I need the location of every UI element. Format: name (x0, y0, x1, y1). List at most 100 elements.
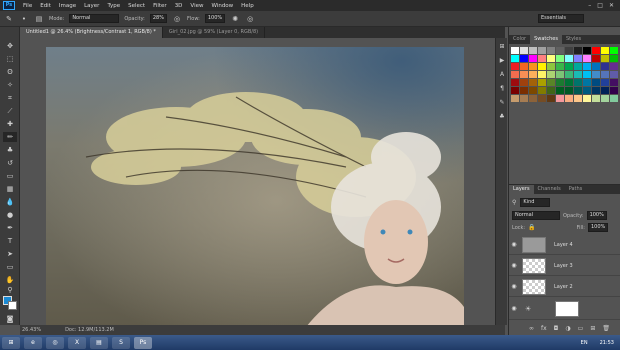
color-swatch[interactable] (547, 79, 555, 86)
eraser-tool-icon[interactable]: ▭ (3, 171, 17, 181)
color-swatch[interactable] (601, 63, 609, 70)
color-swatch[interactable] (520, 47, 528, 54)
color-swatch[interactable] (556, 95, 564, 102)
menu-file[interactable]: File (19, 3, 36, 9)
color-swatch[interactable] (601, 95, 609, 102)
marquee-tool-icon[interactable]: ⬚ (3, 54, 17, 64)
paragraph-panel-icon[interactable]: ¶ (497, 84, 507, 94)
color-swatch[interactable] (592, 71, 600, 78)
color-swatch[interactable] (592, 47, 600, 54)
character-panel-icon[interactable]: A (497, 70, 507, 80)
color-swatch[interactable] (583, 79, 591, 86)
color-swatch[interactable] (556, 63, 564, 70)
history-brush-tool-icon[interactable]: ↺ (3, 158, 17, 168)
tab-paths[interactable]: Paths (565, 185, 587, 194)
dodge-tool-icon[interactable]: ● (3, 210, 17, 220)
color-swatch[interactable] (601, 47, 609, 54)
clone-source-panel-icon[interactable]: ♣ (497, 112, 507, 122)
color-swatch[interactable] (592, 63, 600, 70)
color-swatch[interactable] (565, 47, 573, 54)
add-mask-icon[interactable]: ◘ (554, 325, 559, 332)
menu-type[interactable]: Type (103, 3, 124, 9)
hand-tool-icon[interactable]: ✋ (3, 275, 17, 285)
color-swatch[interactable] (520, 63, 528, 70)
lasso-tool-icon[interactable]: ʘ (3, 67, 17, 77)
color-swatch[interactable] (592, 79, 600, 86)
color-swatch[interactable] (538, 71, 546, 78)
new-layer-icon[interactable]: ⊞ (590, 325, 595, 332)
color-swatch[interactable] (547, 63, 555, 70)
color-swatch[interactable] (610, 47, 618, 54)
color-swatch[interactable] (574, 47, 582, 54)
color-swatch[interactable] (610, 79, 618, 86)
color-swatch[interactable] (520, 79, 528, 86)
clone-stamp-tool-icon[interactable]: ♣ (3, 145, 17, 155)
color-swatch[interactable] (511, 47, 519, 54)
color-swatch[interactable] (610, 55, 618, 62)
color-swatch[interactable] (592, 95, 600, 102)
blend-mode-select[interactable]: Normal (512, 211, 560, 220)
color-swatch[interactable] (529, 63, 537, 70)
color-swatch[interactable] (547, 47, 555, 54)
color-swatch[interactable] (574, 71, 582, 78)
airbrush-icon[interactable]: ✺ (230, 14, 240, 24)
color-swatch[interactable] (610, 95, 618, 102)
color-swatch[interactable] (583, 63, 591, 70)
color-swatch[interactable] (538, 95, 546, 102)
color-swatch[interactable] (565, 79, 573, 86)
move-tool-icon[interactable]: ✥ (3, 41, 17, 51)
eye-icon[interactable]: ◉ (509, 241, 519, 248)
path-select-tool-icon[interactable]: ➤ (3, 249, 17, 259)
eye-icon[interactable]: ◉ (509, 262, 519, 269)
color-swatch[interactable] (538, 87, 546, 94)
brush-panel-icon[interactable]: ▤ (34, 14, 44, 24)
menu-layer[interactable]: Layer (80, 3, 103, 9)
color-swatch[interactable] (529, 71, 537, 78)
layer-opacity-field[interactable]: 100% (586, 211, 607, 220)
color-swatch[interactable] (511, 95, 519, 102)
color-swatch[interactable] (574, 87, 582, 94)
color-swatch[interactable] (520, 87, 528, 94)
document-canvas[interactable] (46, 47, 464, 327)
color-swatch[interactable] (565, 71, 573, 78)
tab-layers[interactable]: Layers (509, 185, 534, 194)
kind-filter-select[interactable]: Kind (520, 198, 551, 207)
pen-tool-icon[interactable]: ✒ (3, 223, 17, 233)
new-group-icon[interactable]: ▭ (578, 325, 584, 332)
menu-select[interactable]: Select (124, 3, 149, 9)
layer-row-3[interactable]: ◉ Layer 3 (509, 256, 620, 276)
fill-field[interactable]: 100% (587, 223, 609, 232)
color-swatch[interactable] (565, 87, 573, 94)
tab-color[interactable]: Color (509, 35, 530, 44)
color-swatch[interactable] (583, 87, 591, 94)
color-swatch[interactable] (592, 55, 600, 62)
color-swatch[interactable] (547, 95, 555, 102)
tab-styles[interactable]: Styles (562, 35, 585, 44)
color-swatch[interactable] (565, 55, 573, 62)
quick-select-tool-icon[interactable]: ✧ (3, 80, 17, 90)
maximize-icon[interactable]: □ (597, 2, 603, 9)
healing-tool-icon[interactable]: ✚ (3, 119, 17, 129)
color-swatch[interactable] (565, 63, 573, 70)
color-swatch[interactable] (574, 79, 582, 86)
color-swatch[interactable] (520, 95, 528, 102)
color-swatch[interactable] (556, 47, 564, 54)
color-swatch[interactable] (583, 55, 591, 62)
menu-help[interactable]: Help (237, 3, 258, 9)
color-swatch[interactable] (529, 87, 537, 94)
color-swatch[interactable] (583, 71, 591, 78)
quick-mask-icon[interactable]: ◙ (3, 314, 17, 324)
history-panel-icon[interactable]: ⊞ (497, 42, 507, 52)
opacity-field[interactable]: 28% (149, 14, 167, 23)
skype-icon[interactable]: S (112, 336, 130, 349)
close-icon[interactable]: ✕ (609, 2, 614, 9)
color-swatch[interactable] (583, 47, 591, 54)
color-swatch[interactable] (556, 79, 564, 86)
explorer-icon[interactable]: ▤ (90, 336, 108, 349)
shape-tool-icon[interactable]: ▭ (3, 262, 17, 272)
eye-icon[interactable]: ◉ (509, 283, 519, 290)
lock-icon[interactable]: 🔒 (528, 224, 535, 231)
tab-channels[interactable]: Channels (534, 185, 565, 194)
color-swatch[interactable] (556, 55, 564, 62)
color-swatch[interactable] (610, 87, 618, 94)
